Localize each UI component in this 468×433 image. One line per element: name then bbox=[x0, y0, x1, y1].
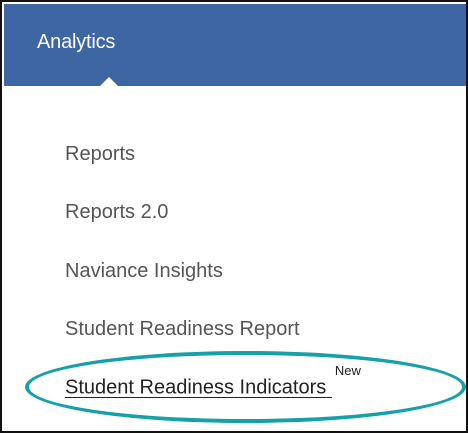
menu-item-student-readiness-report[interactable]: Student Readiness Report bbox=[65, 317, 300, 341]
menu-item-naviance-insights[interactable]: Naviance Insights bbox=[65, 259, 223, 283]
menu-item-reports-2-0[interactable]: Reports 2.0 bbox=[65, 200, 168, 224]
caret-up-icon bbox=[96, 77, 122, 90]
menu-title[interactable]: Analytics bbox=[37, 30, 115, 54]
analytics-menu-panel: Analytics Reports Reports 2.0 Naviance I… bbox=[0, 0, 468, 433]
menu-item-reports[interactable]: Reports bbox=[65, 142, 135, 166]
menu-header: Analytics bbox=[4, 4, 466, 90]
menu-item-student-readiness-indicators[interactable]: Student Readiness Indicators New bbox=[65, 364, 361, 400]
menu-item-label: Student Readiness Indicators bbox=[65, 376, 327, 399]
new-badge: New bbox=[334, 363, 361, 378]
